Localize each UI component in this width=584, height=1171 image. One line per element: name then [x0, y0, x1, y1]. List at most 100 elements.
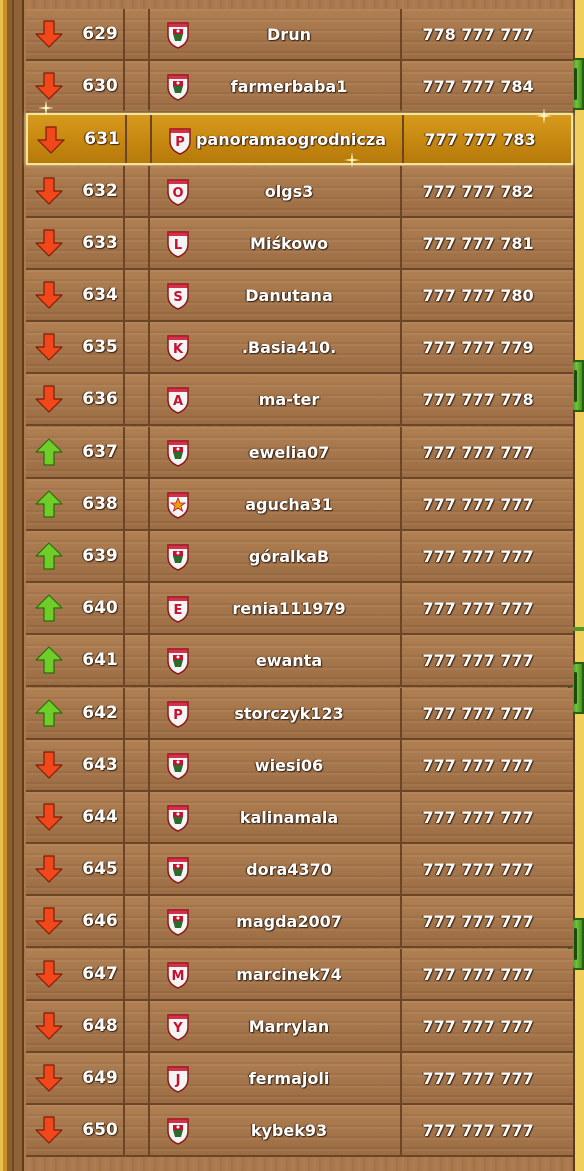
arrow-down-icon — [34, 1011, 64, 1041]
player-score: 777 777 782 — [422, 181, 534, 201]
player-score: 777 777 784 — [422, 76, 534, 96]
table-row[interactable]: 641 ewanta 777 777 777 — [26, 635, 573, 687]
rank-number: 644 — [82, 807, 118, 827]
player-score: 777 777 777 — [422, 703, 534, 723]
player-score: 777 777 777 — [422, 1016, 534, 1036]
sparkle-icon — [344, 152, 360, 168]
arrow-down-icon — [34, 176, 64, 206]
table-row[interactable]: 644 kalinamala 777 777 777 — [26, 792, 573, 844]
player-name[interactable]: ewelia07 — [154, 427, 424, 477]
arrow-down-icon — [34, 802, 64, 832]
player-name[interactable]: marcinek74 — [154, 949, 424, 999]
player-score: 777 777 777 — [422, 1068, 534, 1088]
table-row[interactable]: 647 Mmarcinek74 777 777 777 — [26, 949, 573, 1001]
rank-number: 643 — [82, 755, 118, 775]
table-row[interactable]: 634 S Danutana 777 777 780 — [26, 270, 573, 322]
player-name[interactable]: agucha31 — [154, 479, 424, 529]
column-separator — [148, 218, 150, 268]
table-row[interactable]: 646 magda2007 777 777 777 — [26, 896, 573, 948]
arrow-down-icon — [34, 854, 64, 884]
rank-number: 647 — [82, 964, 118, 984]
arrow-down-icon — [34, 19, 64, 49]
arrow-down-icon — [34, 228, 64, 258]
player-score: 777 777 777 — [422, 911, 534, 931]
table-row[interactable]: 633 L Miśkowo 777 777 781 — [26, 218, 573, 270]
arrow-up-icon — [34, 645, 64, 675]
column-separator — [148, 374, 150, 424]
table-row[interactable]: 630 farmerbaba1 777 777 784 — [26, 61, 573, 113]
rank-number: 642 — [82, 703, 118, 723]
rank-number: 631 — [84, 129, 120, 149]
column-separator — [148, 792, 150, 842]
player-name[interactable]: dora4370 — [154, 844, 424, 894]
table-row[interactable]: 636 Ama-ter 777 777 778 — [26, 374, 573, 426]
player-name[interactable]: olgs3 — [154, 166, 424, 216]
table-row[interactable]: 629 Drun 778 777 777 — [26, 9, 573, 61]
table-row[interactable]: 650 kybek93 777 777 777 — [26, 1105, 573, 1157]
player-name[interactable]: góralkaB — [154, 531, 424, 581]
table-row[interactable]: 635 K .Basia410. 777 777 779 — [26, 322, 573, 374]
column-separator — [148, 322, 150, 372]
table-row[interactable]: 638 agucha31 777 777 777 — [26, 479, 573, 531]
player-name[interactable]: kalinamala — [154, 792, 424, 842]
player-name[interactable]: .Basia410. — [154, 322, 424, 372]
player-score: 777 777 777 — [422, 442, 534, 462]
arrow-down-icon — [34, 280, 64, 310]
arrow-up-icon — [34, 437, 64, 467]
player-name[interactable]: magda2007 — [154, 896, 424, 946]
player-name[interactable]: storczyk123 — [154, 688, 424, 738]
table-row[interactable]: 648 Y Marrylan 777 777 777 — [26, 1001, 573, 1053]
table-row[interactable]: 643 wiesi06 777 777 777 — [26, 740, 573, 792]
rank-number: 649 — [82, 1068, 118, 1088]
column-separator — [148, 688, 150, 738]
rank-number: 645 — [82, 859, 118, 879]
player-score: 777 777 777 — [422, 546, 534, 566]
player-name[interactable]: ewanta — [154, 635, 424, 685]
right-frame-strip — [573, 0, 584, 1171]
rank-number: 646 — [82, 911, 118, 931]
table-row-current-player[interactable]: 631 Ppanoramaogrodnicza 777 777 783 — [26, 113, 573, 165]
table-row[interactable]: 632 Oolgs3 777 777 782 — [26, 166, 573, 218]
player-score: 777 777 780 — [422, 285, 534, 305]
column-separator — [148, 1105, 150, 1155]
left-wood-frame — [0, 0, 26, 1171]
column-separator — [148, 1001, 150, 1051]
table-row[interactable]: 637 ewelia07 777 777 777 — [26, 427, 573, 479]
table-row[interactable]: 639 góralkaB 777 777 777 — [26, 531, 573, 583]
column-separator — [148, 9, 150, 59]
column-separator — [148, 896, 150, 946]
player-score: 777 777 783 — [424, 129, 536, 149]
arrow-down-icon — [34, 906, 64, 936]
table-row[interactable]: 642 Pstorczyk123 777 777 777 — [26, 688, 573, 740]
player-name[interactable]: Marrylan — [154, 1001, 424, 1051]
player-name[interactable]: panoramaogrodnicza — [156, 115, 426, 163]
player-name[interactable]: renia111979 — [154, 583, 424, 633]
rank-number: 638 — [82, 494, 118, 514]
column-separator — [148, 479, 150, 529]
rank-number: 636 — [82, 389, 118, 409]
player-score: 777 777 777 — [422, 755, 534, 775]
arrow-down-icon — [34, 1063, 64, 1093]
rank-number: 641 — [82, 650, 118, 670]
rank-number: 633 — [82, 233, 118, 253]
rank-number: 635 — [82, 337, 118, 357]
player-name[interactable]: ma-ter — [154, 374, 424, 424]
player-score: 777 777 777 — [422, 494, 534, 514]
player-name[interactable]: Danutana — [154, 270, 424, 320]
rank-number: 639 — [82, 546, 118, 566]
player-name[interactable]: kybek93 — [154, 1105, 424, 1155]
player-name[interactable]: farmerbaba1 — [154, 61, 424, 111]
rank-number: 648 — [82, 1016, 118, 1036]
column-separator — [148, 740, 150, 790]
table-row[interactable]: 649 Jfermajoli 777 777 777 — [26, 1053, 573, 1105]
column-separator — [148, 166, 150, 216]
player-name[interactable]: Drun — [154, 9, 424, 59]
column-separator — [150, 115, 152, 163]
table-row[interactable]: 645 dora4370 777 777 777 — [26, 844, 573, 896]
sparkle-icon — [38, 100, 54, 116]
rank-number: 650 — [82, 1120, 118, 1140]
player-name[interactable]: Miśkowo — [154, 218, 424, 268]
player-name[interactable]: wiesi06 — [154, 740, 424, 790]
player-name[interactable]: fermajoli — [154, 1053, 424, 1103]
table-row[interactable]: 640 Erenia111979 777 777 777 — [26, 583, 573, 635]
